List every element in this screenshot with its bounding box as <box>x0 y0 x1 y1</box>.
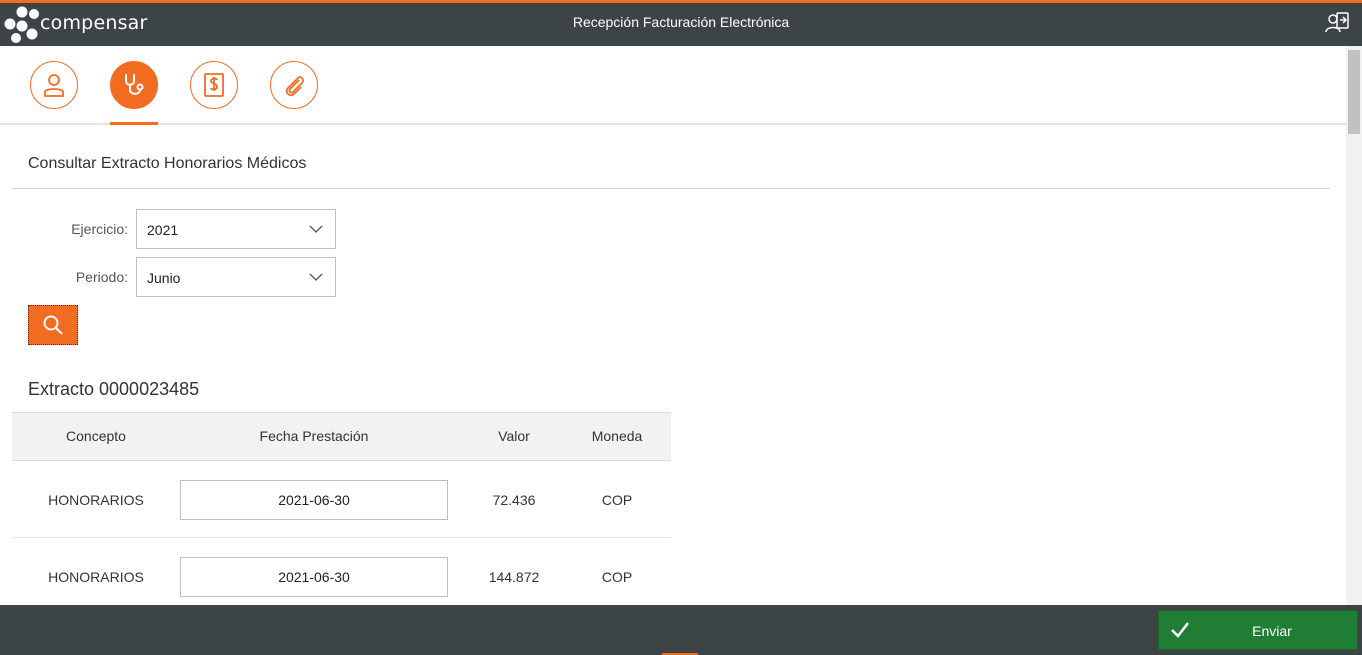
chevron-down-icon <box>309 225 323 233</box>
section-title: Consultar Extracto Honorarios Médicos <box>28 155 307 172</box>
step-tabs <box>0 46 1346 125</box>
periodo-label: Periodo: <box>75 269 128 285</box>
vertical-scrollbar[interactable] <box>1346 46 1362 605</box>
ejercicio-value: 2021 <box>147 222 179 238</box>
column-header-fecha: Fecha Prestación <box>259 428 369 444</box>
valor-cell: 72.436 <box>492 492 536 508</box>
extract-title: Extracto 0000023485 <box>28 379 200 399</box>
ejercicio-select[interactable]: 2021 <box>136 209 336 249</box>
periodo-value: Junio <box>147 270 181 286</box>
periodo-select[interactable]: Junio <box>136 257 336 297</box>
send-button-label: Enviar <box>1252 623 1292 639</box>
table-row: HONORARIOS 2021-06-30 72.436 COP <box>12 461 671 538</box>
stethoscope-icon <box>125 74 144 95</box>
table-header: Concepto Fecha Prestación Valor Moneda <box>12 412 671 461</box>
moneda-cell: COP <box>601 569 633 585</box>
tab-medical[interactable] <box>110 61 158 109</box>
concepto-cell: HONORARIOS <box>48 569 144 585</box>
ejercicio-label: Ejercicio: <box>71 221 128 237</box>
user-icon <box>44 74 64 97</box>
tab-user[interactable] <box>30 61 78 109</box>
invoice-dollar-icon <box>204 73 224 97</box>
column-header-concepto: Concepto <box>66 428 126 444</box>
concepto-cell: HONORARIOS <box>48 492 144 508</box>
paperclip-icon <box>285 76 304 97</box>
moneda-cell: COP <box>601 492 633 508</box>
search-button[interactable] <box>28 305 78 345</box>
divider <box>12 188 1330 189</box>
tab-attachments[interactable] <box>270 61 318 109</box>
tab-invoice[interactable] <box>190 61 238 109</box>
search-icon <box>43 315 63 335</box>
fecha-field[interactable]: 2021-06-30 <box>180 480 448 520</box>
scrollbar-thumb[interactable] <box>1348 50 1360 134</box>
column-header-valor: Valor <box>498 428 530 444</box>
send-button[interactable]: Enviar <box>1158 610 1358 650</box>
logout-user-icon[interactable] <box>1324 11 1350 35</box>
footer-bar: Enviar <box>0 605 1362 655</box>
valor-cell: 144.872 <box>488 569 540 585</box>
chevron-down-icon <box>309 273 323 281</box>
page-title: Recepción Facturación Electrónica <box>572 14 790 30</box>
column-header-moneda: Moneda <box>591 428 643 444</box>
fecha-field[interactable]: 2021-06-30 <box>180 557 448 597</box>
active-tab-indicator <box>110 122 158 125</box>
top-bar: compensar Recepción Facturación Electrón… <box>0 0 1362 46</box>
